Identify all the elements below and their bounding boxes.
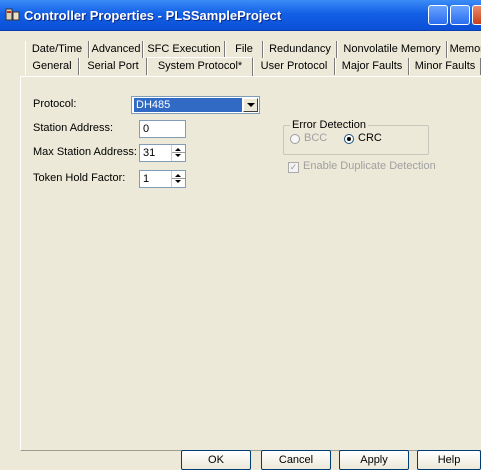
- tab-minor-faults[interactable]: Minor Faults: [409, 58, 481, 75]
- close-button[interactable]: [472, 5, 481, 25]
- tab-serial-port[interactable]: Serial Port: [79, 58, 147, 75]
- dialog-body: Date/Time Advanced SFC Execution File Re…: [0, 31, 481, 470]
- spin-divider: [172, 178, 185, 179]
- protocol-label: Protocol:: [33, 98, 77, 110]
- max-station-address-input[interactable]: 31: [139, 144, 186, 162]
- tab-advanced[interactable]: Advanced: [89, 41, 143, 58]
- tab-general[interactable]: General: [25, 58, 79, 75]
- protocol-dropdown[interactable]: DH485: [131, 96, 260, 114]
- token-hold-factor-spinner[interactable]: [171, 171, 185, 187]
- crc-label: CRC: [358, 132, 382, 144]
- duplicate-detection-label: Enable Duplicate Detection: [303, 160, 436, 172]
- window-title: Controller Properties - PLSSampleProject: [24, 8, 282, 23]
- spin-down-icon[interactable]: [175, 154, 181, 157]
- ok-button[interactable]: OK: [181, 450, 251, 470]
- tab-date-time[interactable]: Date/Time: [25, 41, 89, 58]
- title-bar[interactable]: Controller Properties - PLSSampleProject: [0, 0, 481, 31]
- tab-system-protocol[interactable]: System Protocol*: [147, 57, 253, 76]
- spin-up-icon[interactable]: [175, 148, 181, 151]
- token-hold-factor-input[interactable]: 1: [139, 170, 186, 188]
- tab-redundancy[interactable]: Redundancy: [263, 41, 337, 58]
- station-address-label: Station Address:: [33, 122, 114, 134]
- token-hold-factor-label: Token Hold Factor:: [33, 172, 126, 184]
- minimize-button[interactable]: [428, 5, 448, 25]
- app-icon: [5, 8, 20, 21]
- tab-sfc-execution[interactable]: SFC Execution: [143, 41, 225, 58]
- max-station-address-value: 31: [143, 147, 156, 159]
- chevron-down-icon[interactable]: [243, 98, 258, 112]
- max-station-address-spinner[interactable]: [171, 145, 185, 161]
- tab-nonvolatile-memory[interactable]: Nonvolatile Memory: [337, 41, 447, 58]
- tab-memory[interactable]: Memory: [447, 41, 481, 58]
- apply-button[interactable]: Apply: [339, 450, 409, 470]
- tab-major-faults[interactable]: Major Faults: [335, 58, 409, 75]
- bcc-label: BCC: [304, 132, 328, 144]
- tab-file[interactable]: File: [225, 41, 263, 58]
- tab-user-protocol[interactable]: User Protocol: [253, 58, 335, 75]
- maximize-button[interactable]: [450, 5, 470, 25]
- protocol-selected-value: DH485: [134, 98, 242, 112]
- station-address-input[interactable]: 0: [139, 120, 186, 138]
- spin-down-icon[interactable]: [175, 180, 181, 183]
- help-button[interactable]: Help: [417, 450, 481, 470]
- spin-divider: [172, 152, 185, 153]
- bcc-radio[interactable]: [290, 134, 300, 144]
- duplicate-detection-checkbox[interactable]: ✓: [288, 162, 299, 173]
- crc-radio[interactable]: [344, 134, 354, 144]
- spin-up-icon[interactable]: [175, 174, 181, 177]
- max-station-address-label: Max Station Address:: [33, 146, 137, 158]
- error-detection-title: Error Detection: [290, 119, 368, 131]
- token-hold-factor-value: 1: [143, 173, 150, 185]
- cancel-button[interactable]: Cancel: [261, 450, 331, 470]
